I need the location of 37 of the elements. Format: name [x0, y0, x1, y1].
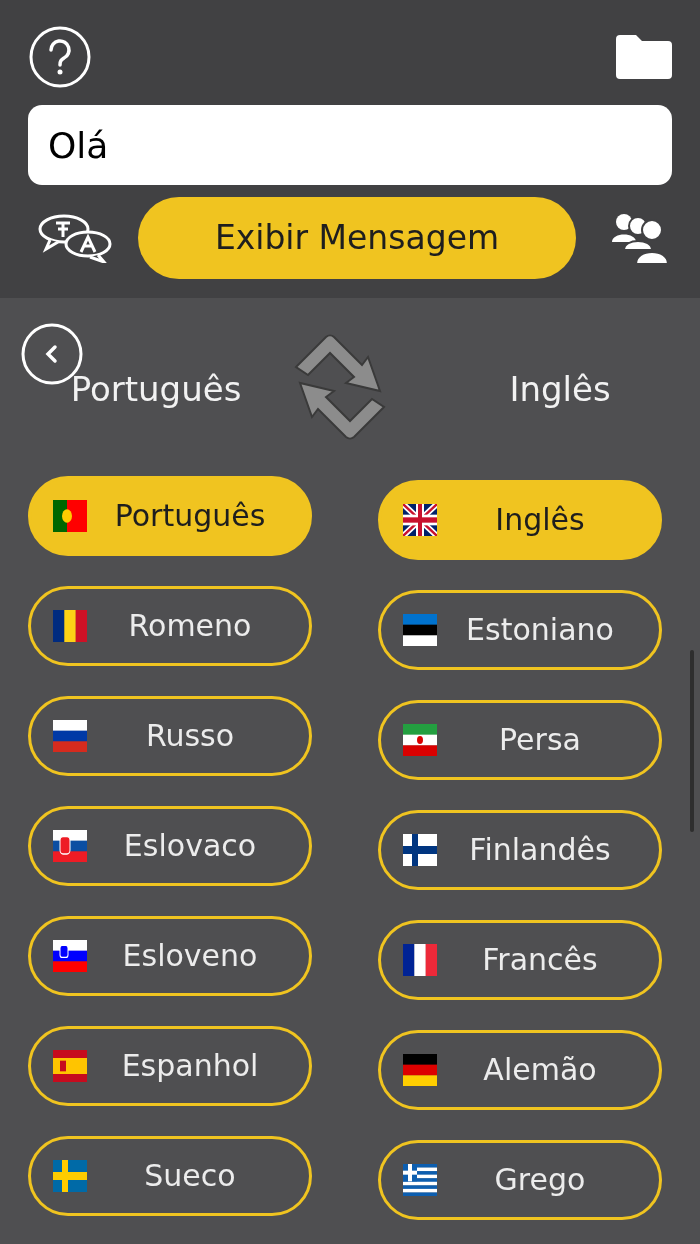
flag-icon — [403, 1164, 437, 1196]
flag-icon — [53, 610, 87, 642]
flag-icon — [403, 944, 437, 976]
message-field[interactable]: Olá — [28, 105, 672, 185]
source-language: Português — [69, 367, 243, 411]
language-option[interactable]: Esloveno — [28, 916, 312, 996]
target-language: Inglês — [508, 367, 612, 411]
flag-icon — [403, 614, 437, 646]
flag-icon — [403, 504, 437, 536]
language-option[interactable]: Eslovaco — [28, 806, 312, 886]
language-option[interactable]: Inglês — [378, 480, 662, 560]
translate-icon[interactable] — [36, 213, 114, 263]
language-option[interactable]: Romeno — [28, 586, 312, 666]
scrollbar[interactable] — [690, 650, 694, 832]
language-option[interactable]: Estoniano — [378, 590, 662, 670]
flag-icon — [53, 1160, 87, 1192]
flag-icon — [403, 1054, 437, 1086]
language-option[interactable]: Português — [28, 476, 312, 556]
language-option[interactable]: Persa — [378, 700, 662, 780]
flag-icon — [403, 834, 437, 866]
people-icon[interactable] — [612, 212, 668, 264]
flag-icon — [53, 830, 87, 862]
show-message-button[interactable]: Exibir Mensagem — [138, 197, 576, 279]
folder-icon[interactable] — [616, 35, 672, 79]
flag-icon — [403, 724, 437, 756]
language-option[interactable]: Finlandês — [378, 810, 662, 890]
language-option[interactable]: Espanhol — [28, 1026, 312, 1106]
flag-icon — [53, 720, 87, 752]
flag-icon — [53, 500, 87, 532]
language-option[interactable]: Francês — [378, 920, 662, 1000]
flag-icon — [53, 1050, 87, 1082]
language-option[interactable]: Sueco — [28, 1136, 312, 1216]
language-option[interactable]: Grego — [378, 1140, 662, 1220]
language-option[interactable]: Russo — [28, 696, 312, 776]
help-icon[interactable] — [28, 25, 92, 89]
language-option[interactable]: Alemão — [378, 1030, 662, 1110]
flag-icon — [53, 940, 87, 972]
